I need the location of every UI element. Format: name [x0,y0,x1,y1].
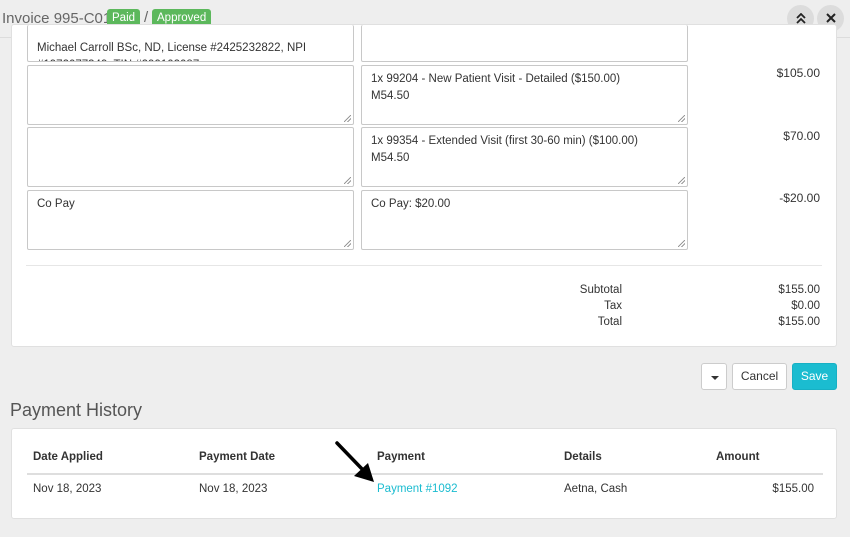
resize-handle[interactable] [344,240,351,247]
resize-handle[interactable] [344,177,351,184]
subtotal-value: $155.00 [778,284,820,296]
cell-amount: $155.00 [772,483,814,495]
table-header-divider [27,473,823,475]
column-header-details: Details [564,451,602,463]
subtotal-label: Subtotal [579,284,622,296]
cancel-button[interactable]: Cancel [732,363,787,390]
line-item-amount: -$20.00 [779,191,820,205]
cell-details: Aetna, Cash [564,483,628,495]
column-header-amount: Amount [716,451,760,463]
save-button[interactable]: Save [792,363,837,390]
total-value: $155.00 [778,316,820,328]
line-item-description-field[interactable]: Michael Carroll BSc, ND, License #242523… [27,25,354,62]
resize-handle[interactable] [344,115,351,122]
totals-divider [26,265,822,266]
details-text: 1x 99354 - Extended Visit (first 30-60 m… [371,135,638,164]
tax-value: $0.00 [791,300,820,312]
more-actions-dropdown[interactable] [701,363,727,390]
caret-down-icon [711,376,719,380]
payment-history-card: Date Applied Payment Date Payment Detail… [11,428,837,519]
line-item-details-field[interactable]: 1x 99354 - Extended Visit (first 30-60 m… [361,127,688,187]
cell-date-applied: Nov 18, 2023 [33,483,102,495]
resize-handle[interactable] [678,115,685,122]
details-text: Co Pay: $20.00 [371,198,451,210]
line-item-details-field[interactable] [361,25,688,62]
line-item-amount: $70.00 [783,129,820,143]
line-item-details-field[interactable]: Co Pay: $20.00 [361,190,688,250]
total-label: Total [597,316,622,328]
column-header-payment-date: Payment Date [199,451,276,463]
line-item-description-field[interactable] [27,127,354,187]
column-header-date-applied: Date Applied [33,451,103,463]
column-header-payment: Payment [377,451,425,463]
payment-history-title: Payment History [10,400,143,420]
line-item-description-field[interactable] [27,65,354,125]
description-text: Co Pay [37,198,75,210]
close-icon [825,13,836,23]
double-chevron-up-icon [795,12,806,24]
resize-handle[interactable] [678,177,685,184]
line-item-amount: $105.00 [776,66,820,80]
tax-label: Tax [604,300,622,312]
payment-link[interactable]: Payment #1092 [377,483,458,495]
line-items-card: Michael Carroll BSc, ND, License #242523… [11,24,837,347]
details-text: 1x 99204 - New Patient Visit - Detailed … [371,73,621,102]
line-item-details-field[interactable]: 1x 99204 - New Patient Visit - Detailed … [361,65,688,125]
line-item-description-field[interactable]: Co Pay [27,190,354,250]
resize-handle[interactable] [678,240,685,247]
cell-payment-date: Nov 18, 2023 [199,483,268,495]
annotation-arrow-icon [335,441,374,482]
